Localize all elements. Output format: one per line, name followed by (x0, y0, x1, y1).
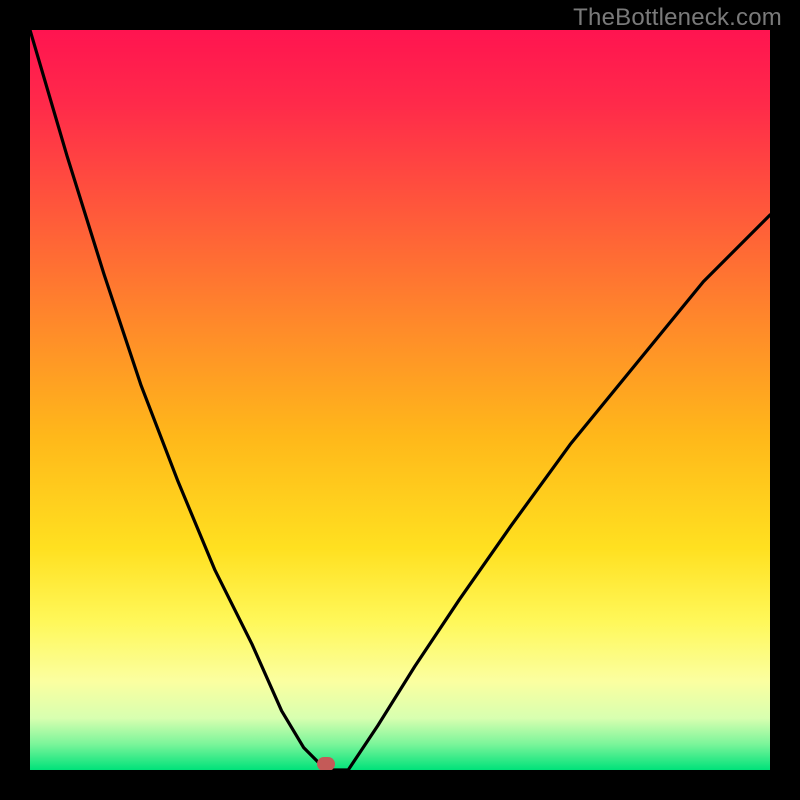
bottleneck-curve (30, 30, 770, 770)
plot-area (30, 30, 770, 770)
watermark-label: TheBottleneck.com (573, 4, 782, 32)
chart-frame: TheBottleneck.com (0, 0, 800, 800)
optimal-point-marker (317, 757, 335, 770)
